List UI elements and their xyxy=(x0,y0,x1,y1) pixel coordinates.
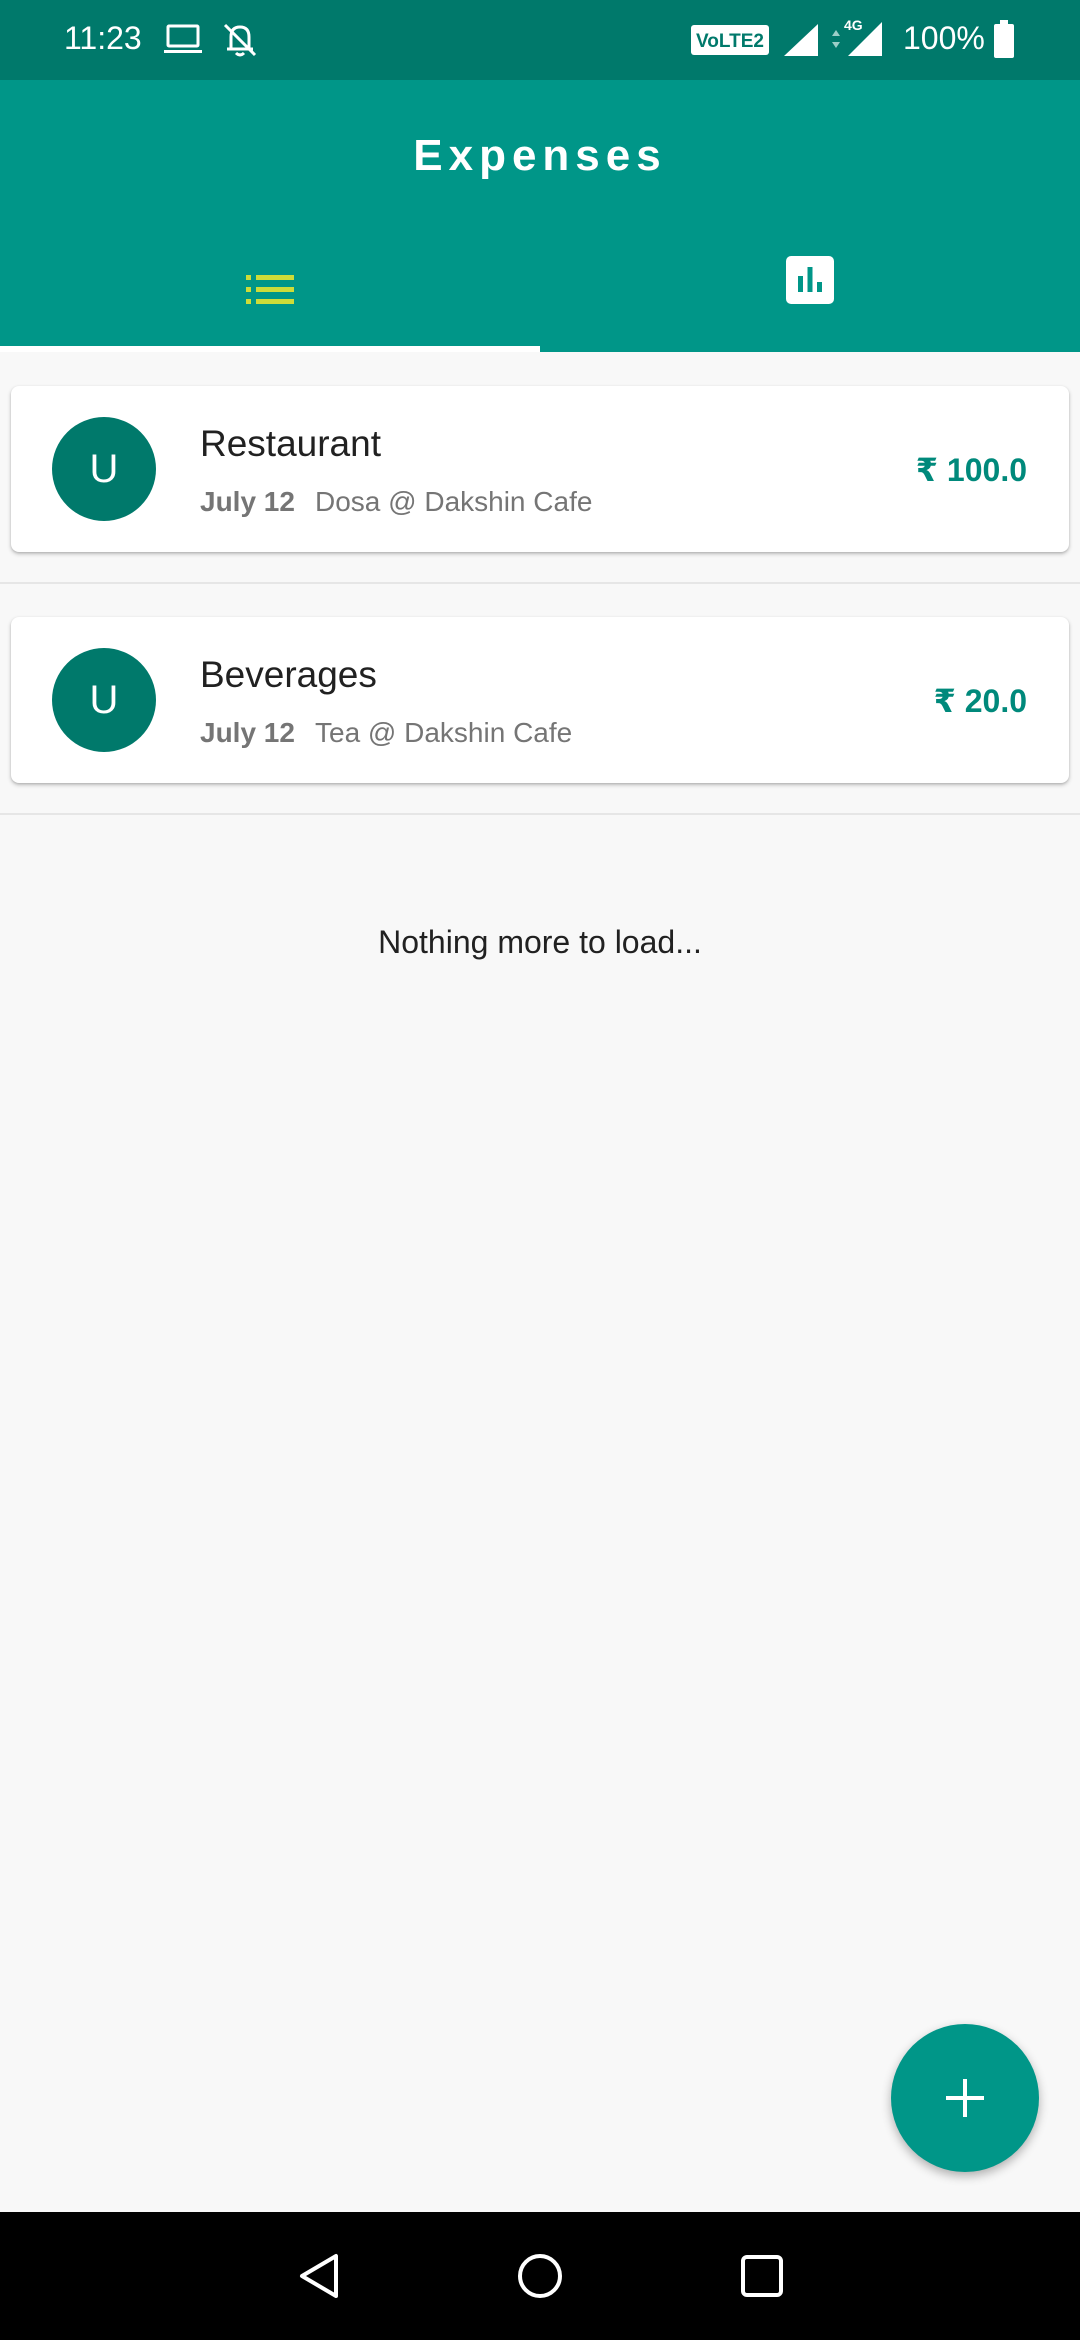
expense-amount: ₹ 20.0 xyxy=(933,683,1027,719)
expense-card[interactable]: U Restaurant July 12 Dosa @ Dakshin Cafe… xyxy=(11,386,1069,552)
page-title: Expenses xyxy=(413,131,667,180)
tab-expense-list[interactable] xyxy=(0,232,540,352)
svg-text:VoLTE2: VoLTE2 xyxy=(696,31,764,52)
avatar: U xyxy=(52,648,156,752)
divider xyxy=(0,582,1080,584)
app-bar: Expenses xyxy=(0,80,1080,352)
add-expense-button[interactable] xyxy=(891,2024,1039,2172)
battery-percent: 100% xyxy=(903,20,985,56)
expense-amount: ₹ 100.0 xyxy=(915,452,1027,488)
expense-category: Restaurant xyxy=(200,423,381,464)
end-of-list-message: Nothing more to load... xyxy=(378,924,702,960)
avatar: U xyxy=(52,417,156,521)
status-bar: 11:23 VoLTE2 4G 100% xyxy=(0,0,1080,80)
status-time: 11:23 xyxy=(64,20,142,56)
volte-icon: VoLTE2 xyxy=(690,24,770,61)
expense-date: July 12 xyxy=(200,486,295,517)
divider xyxy=(0,813,1080,815)
notifications-off-icon xyxy=(221,21,259,64)
expense-card[interactable]: U Beverages July 12 Tea @ Dakshin Cafe ₹… xyxy=(11,617,1069,783)
expense-note: Tea @ Dakshin Cafe xyxy=(315,717,573,748)
signal-4g-icon: 4G xyxy=(828,16,884,63)
selected-tab-indicator xyxy=(0,346,540,352)
signal-icon xyxy=(782,22,820,63)
expense-category: Beverages xyxy=(200,654,377,695)
tab-statistics[interactable] xyxy=(540,232,1080,352)
expense-note: Dosa @ Dakshin Cafe xyxy=(315,486,593,517)
navigation-bar xyxy=(0,2212,1080,2340)
battery-icon xyxy=(993,20,1015,63)
svg-text:4G: 4G xyxy=(844,17,863,33)
laptop-icon xyxy=(163,23,203,62)
expense-date: July 12 xyxy=(200,717,295,748)
